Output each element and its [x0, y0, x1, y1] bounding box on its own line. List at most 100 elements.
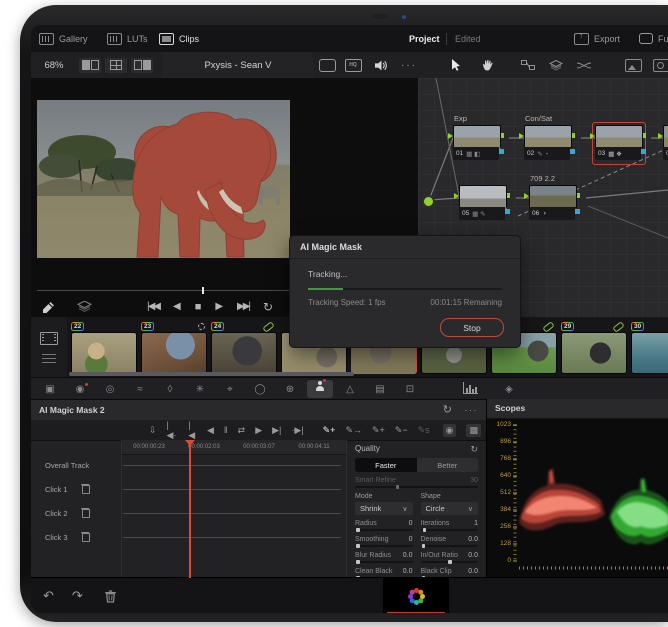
mask-timeline-ruler[interactable]: 00:00:00:23 00:00:02:03 00:00:03:07 00:0…: [121, 440, 346, 455]
stills-button[interactable]: [623, 52, 643, 78]
blur-radius-slider[interactable]: Blur Radius 0.0: [355, 552, 413, 564]
hand-tool-button[interactable]: [478, 52, 498, 78]
skip-start-button[interactable]: |◀◀: [147, 301, 161, 312]
full-screen-button[interactable]: Full Screen: [639, 25, 668, 52]
node-02[interactable]: Con/Sat 02 ✎ ◔: [519, 114, 575, 161]
eyedropper-button[interactable]: [43, 301, 55, 313]
strip-filter-icon[interactable]: [42, 353, 56, 363]
layers-tool[interactable]: [546, 52, 566, 78]
view-single-button[interactable]: [79, 52, 105, 78]
export-button[interactable]: ↑ Export: [574, 25, 620, 52]
loop-button[interactable]: ↻: [263, 300, 273, 314]
view-split-button[interactable]: [131, 52, 157, 78]
skip-end-button[interactable]: ▶▶|: [237, 301, 251, 312]
stop-tracking-button[interactable]: Stop: [440, 318, 504, 337]
timeline-playhead[interactable]: [185, 440, 194, 578]
node-link-tool[interactable]: [518, 52, 538, 78]
3d-keyer-tool[interactable]: ✳: [185, 384, 215, 395]
sizing-tool[interactable]: ⊡: [395, 384, 425, 395]
panel-options-menu[interactable]: ···: [465, 405, 479, 415]
clip-23[interactable]: 23: [141, 321, 207, 375]
clips-button[interactable]: Clips: [159, 25, 199, 52]
blur-tool[interactable]: △: [335, 384, 365, 395]
in-out-ratio-slider[interactable]: In/Out Ratio 0.0: [420, 552, 478, 564]
delete-button[interactable]: [104, 590, 116, 603]
node-key-port[interactable]: [575, 209, 580, 214]
add-stroke-tool-active[interactable]: ✎+: [323, 425, 336, 436]
step-back-button[interactable]: ◀: [173, 301, 181, 312]
quality-reset-icon[interactable]: ↻: [470, 444, 478, 455]
bypass-grades-button[interactable]: [317, 52, 337, 78]
video-frame[interactable]: [37, 100, 290, 258]
magic-mask-tool-active[interactable]: [307, 379, 333, 398]
spline-tool[interactable]: [574, 52, 594, 78]
hdr-wheels-tool[interactable]: ◎: [95, 384, 125, 395]
node-06[interactable]: 709 2.2 06 ◑: [524, 174, 580, 221]
smoothing-slider[interactable]: Smoothing 0: [355, 536, 413, 548]
tracker-tool[interactable]: ⊕: [275, 384, 305, 395]
node-key-port[interactable]: [499, 149, 504, 154]
track-forward-button[interactable]: ▶: [255, 425, 262, 436]
delete-track-icon[interactable]: [80, 532, 90, 542]
track-bidirectional-button[interactable]: ⇄: [238, 425, 246, 436]
smart-refine-row[interactable]: Smart Refine 30: [355, 477, 478, 489]
move-stroke-tool[interactable]: ✎→: [345, 425, 362, 436]
scrubber-playhead[interactable]: [202, 287, 204, 294]
pointer-tool-button[interactable]: [446, 52, 466, 78]
smart-stroke-tool[interactable]: ✎s: [418, 425, 430, 436]
scopes-histogram-button[interactable]: [463, 382, 478, 396]
mode-dropdown[interactable]: Shrink ∨: [355, 502, 413, 515]
source-node-port[interactable]: [422, 195, 435, 208]
node-01[interactable]: Exp 01 ▦ ◧: [448, 114, 504, 161]
audio-mute-button[interactable]: [371, 52, 391, 78]
track-click-3[interactable]: Click 3: [31, 528, 121, 547]
strip-scrollbar[interactable]: [69, 372, 354, 376]
play-button[interactable]: ▶: [215, 301, 223, 312]
node-key-port[interactable]: [641, 149, 646, 154]
node-05[interactable]: 05 ▦ ✎: [454, 185, 510, 221]
clip-30[interactable]: 30: [631, 321, 668, 375]
luts-button[interactable]: LUTs: [107, 25, 148, 52]
prev-frame-button[interactable]: |◀: [188, 420, 197, 441]
next-frame-button[interactable]: ▶|: [272, 425, 281, 436]
matte-toggle[interactable]: ▩: [466, 423, 481, 437]
power-window-tool[interactable]: ◯: [245, 384, 275, 395]
clip-22[interactable]: 22: [71, 321, 137, 375]
picker-tool[interactable]: ⌖: [215, 384, 245, 395]
node-key-port[interactable]: [505, 209, 510, 214]
add-detail-tool[interactable]: ✎+: [372, 425, 385, 436]
view-grid-button[interactable]: [105, 52, 131, 78]
iterations-slider[interactable]: Iterations 1: [420, 520, 478, 532]
proxy-hq-button[interactable]: HQ: [343, 52, 363, 78]
viewer-options-menu[interactable]: ···: [399, 52, 419, 78]
redo-button[interactable]: ↷: [72, 588, 83, 604]
lightbox-button[interactable]: [651, 52, 668, 78]
tab-edited[interactable]: Edited: [455, 25, 481, 52]
node-key-port[interactable]: [570, 149, 575, 154]
node-03-selected[interactable]: 03 ▦ ❖: [590, 122, 646, 165]
node-04[interactable]: 04▦ ◯: [658, 125, 668, 161]
undo-button[interactable]: ↶: [43, 588, 54, 604]
mark-in-button[interactable]: ⇩: [149, 425, 157, 436]
color-page-tab-active[interactable]: [383, 578, 449, 613]
radius-slider[interactable]: Radius 0: [355, 520, 413, 532]
track-click-1[interactable]: Click 1: [31, 480, 121, 499]
jump-last-button[interactable]: ·▶|: [291, 425, 303, 436]
gallery-button[interactable]: Gallery: [39, 25, 88, 52]
zoom-level-dropdown[interactable]: 68%: [37, 52, 71, 78]
reset-icon[interactable]: ↻: [443, 403, 452, 416]
clips-view-icon[interactable]: [40, 331, 58, 345]
stop-button[interactable]: ■: [195, 301, 202, 313]
track-overall[interactable]: Overall Track: [31, 456, 121, 475]
track-backward-button[interactable]: ◀: [207, 425, 214, 436]
clip-title-dropdown[interactable]: Pxysis - Sean V: [163, 52, 313, 78]
delete-track-icon[interactable]: [80, 508, 90, 518]
clip-24[interactable]: 24: [211, 320, 277, 375]
wipe-modes-button[interactable]: [77, 301, 92, 312]
key-tool[interactable]: ▤: [365, 384, 395, 395]
denoise-slider[interactable]: Denoise 0.0: [420, 536, 478, 548]
curves-tool[interactable]: ≈: [125, 384, 155, 395]
qualifier-tool[interactable]: ◊: [155, 384, 185, 395]
color-wheels-tool[interactable]: ◉: [65, 382, 95, 395]
camera-raw-tool[interactable]: ▣: [35, 384, 65, 395]
